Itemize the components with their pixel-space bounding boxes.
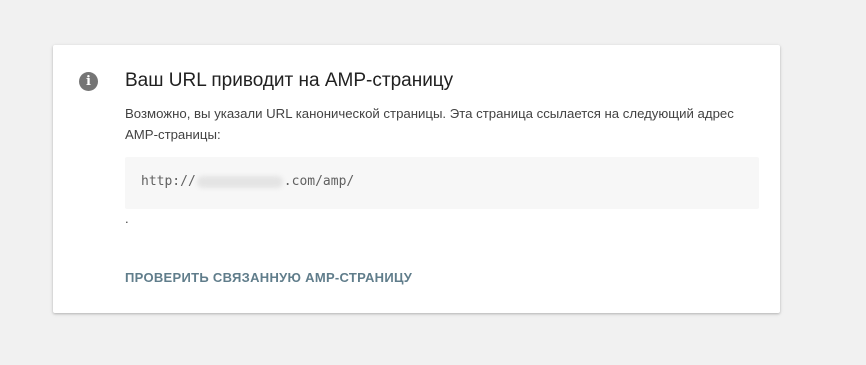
- redacted-domain: [196, 175, 283, 188]
- info-icon: i: [79, 72, 98, 91]
- amp-url: http:// .com/amp/: [141, 174, 354, 189]
- amp-url-prefix: http://: [141, 174, 196, 189]
- amp-url-suffix: .com/amp/: [283, 174, 355, 189]
- check-amp-page-button[interactable]: ПРОВЕРИТЬ СВЯЗАННУЮ AMP-СТРАНИЦУ: [125, 270, 412, 285]
- info-icon-glyph: i: [86, 74, 91, 89]
- amp-url-box: http:// .com/amp/: [125, 157, 759, 209]
- card-description: Возможно, вы указали URL канонической ст…: [125, 106, 734, 142]
- trailing-text: .: [125, 211, 129, 226]
- amp-result-card: i Ваш URL приводит на AMP-страницу Возмо…: [53, 45, 780, 313]
- card-title: Ваш URL приводит на AMP-страницу: [125, 70, 454, 91]
